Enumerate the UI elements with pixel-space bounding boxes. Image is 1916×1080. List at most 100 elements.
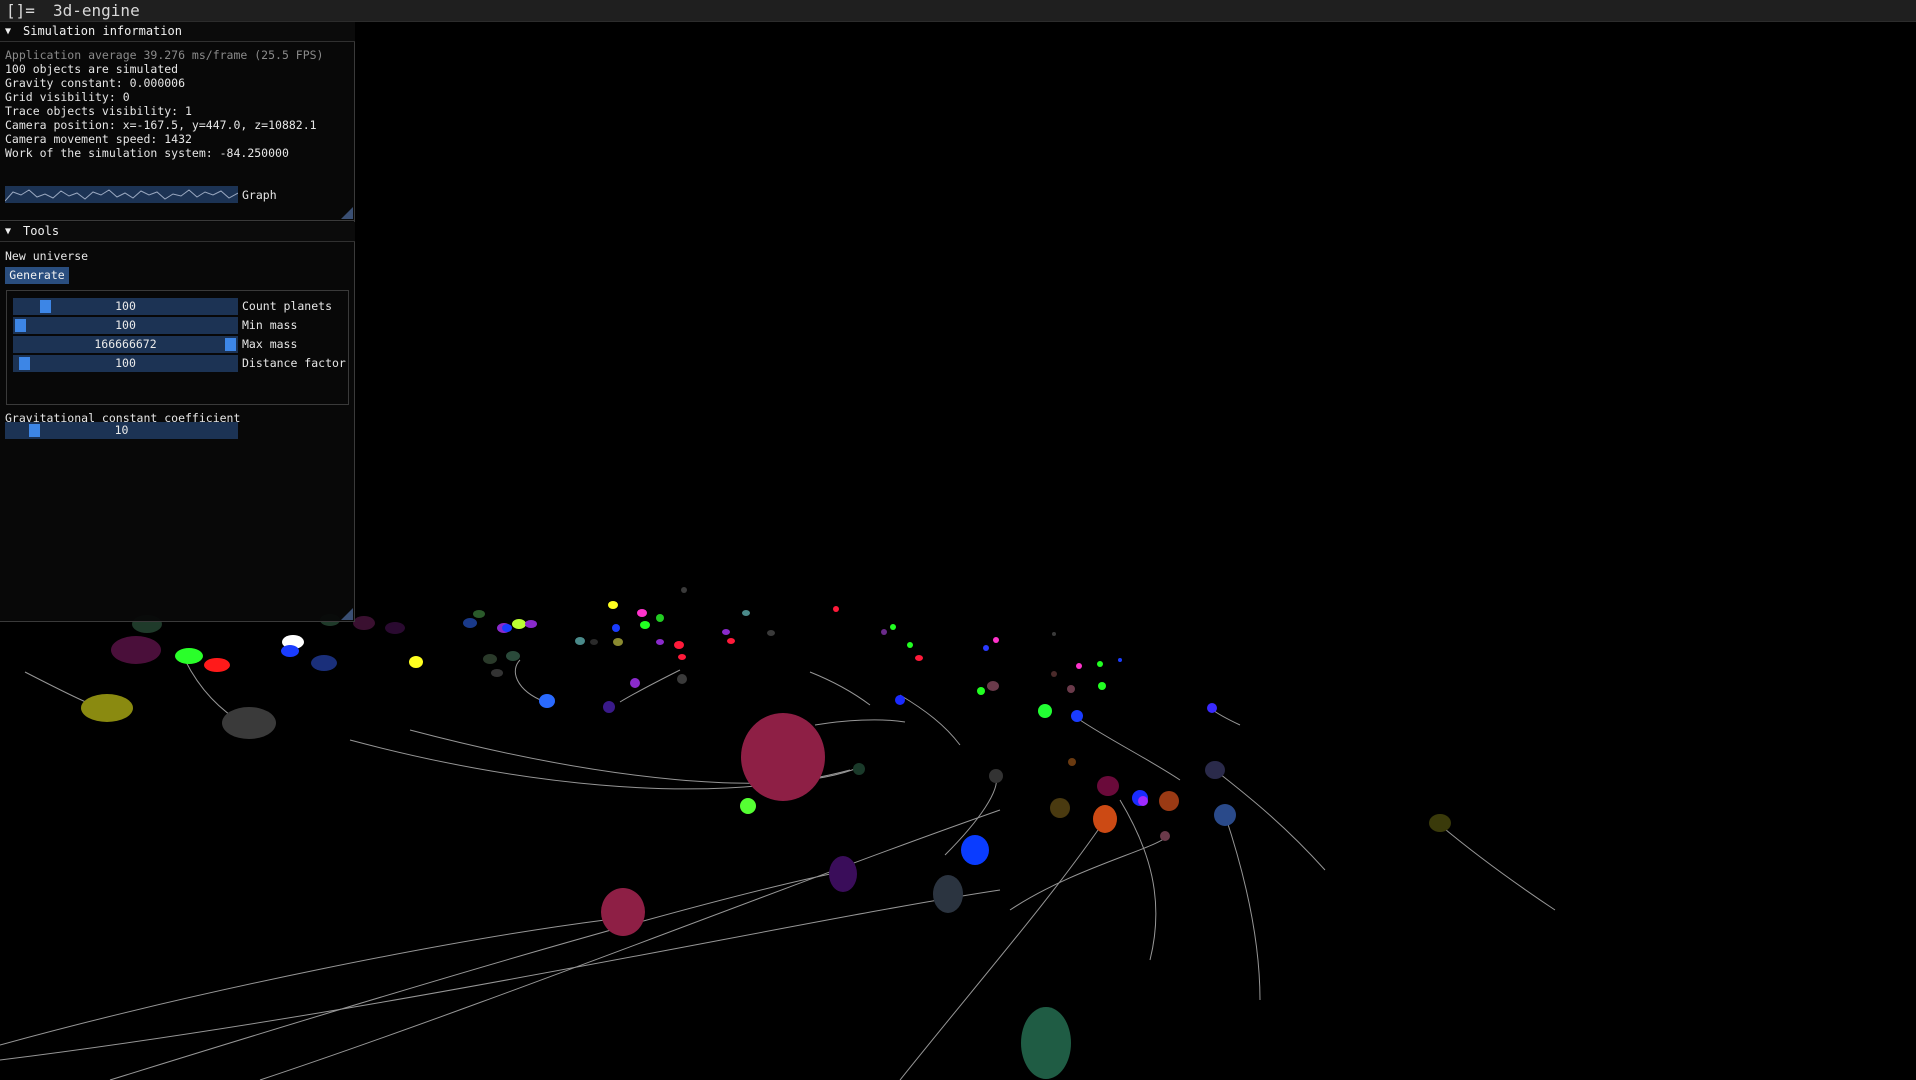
simulation-info-header[interactable]: ▼ Simulation information [0, 22, 355, 42]
min-mass-label: Min mass [242, 318, 298, 332]
planet [907, 642, 913, 648]
planet [678, 654, 686, 660]
planet [741, 713, 825, 801]
simulation-info-title: Simulation information [23, 24, 182, 38]
planet [656, 639, 664, 645]
planet [1160, 831, 1170, 841]
section-divider [0, 220, 355, 221]
planet [204, 658, 230, 672]
slider-value: 10 [114, 423, 129, 437]
planet [575, 637, 585, 645]
min-mass-slider[interactable]: 100 [13, 317, 238, 334]
planet [81, 694, 133, 722]
distance-factor-slider[interactable]: 100 [13, 355, 238, 372]
trace-visibility-text: Trace objects visibility: 1 [5, 104, 192, 118]
planet [677, 674, 687, 684]
fps-text: Application average 39.276 ms/frame (25.… [5, 48, 324, 62]
planet [512, 619, 526, 629]
planet [1429, 814, 1451, 832]
slider-grab[interactable] [15, 319, 26, 332]
planet [613, 638, 623, 646]
planet [1118, 658, 1122, 662]
planet [933, 875, 963, 913]
gravity-constant-text: Gravity constant: 0.000006 [5, 76, 186, 90]
planet [1207, 703, 1217, 713]
planet [1214, 804, 1236, 826]
grid-visibility-text: Grid visibility: 0 [5, 90, 130, 104]
planet [915, 655, 923, 661]
system-work-text: Work of the simulation system: -84.25000… [5, 146, 289, 160]
planet [1097, 661, 1103, 667]
planet [409, 656, 423, 668]
imgui-side-panel: ▼ Simulation information Application ave… [0, 22, 355, 622]
planet [829, 856, 857, 892]
planet [1138, 796, 1148, 806]
planet [987, 681, 999, 691]
camera-speed-text: Camera movement speed: 1432 [5, 132, 192, 146]
slider-value: 100 [115, 356, 136, 370]
planet [111, 636, 161, 664]
gravitational-coefficient-slider[interactable]: 10 [5, 422, 238, 439]
planet [674, 641, 684, 649]
planet [1021, 1007, 1071, 1079]
planet [681, 587, 687, 593]
planet [1068, 758, 1076, 766]
planet [1205, 761, 1225, 779]
count-planets-label: Count planets [242, 299, 333, 313]
planet [1159, 791, 1179, 811]
planet [1076, 663, 1082, 669]
planet [961, 835, 989, 865]
app-title: 3d-engine [53, 1, 140, 20]
distance-factor-label: Distance factor [242, 356, 346, 370]
planet [612, 624, 620, 632]
slider-grab[interactable] [28, 424, 40, 437]
menu-icon[interactable]: []= [6, 0, 35, 21]
max-mass-slider[interactable]: 166666672 [13, 336, 238, 353]
objects-count-text: 100 objects are simulated [5, 62, 179, 76]
slider-grab[interactable] [225, 338, 236, 351]
graph-line-icon [4, 189, 239, 202]
planet [1071, 710, 1083, 722]
planet [385, 622, 405, 634]
planet [525, 620, 537, 628]
planet [222, 707, 276, 739]
planet [491, 669, 503, 677]
resize-grip-icon[interactable] [341, 207, 353, 219]
planets [81, 587, 1451, 1079]
work-graph[interactable] [4, 186, 239, 203]
planet [977, 687, 985, 695]
generate-button[interactable]: Generate [5, 267, 69, 284]
max-mass-label: Max mass [242, 337, 298, 351]
count-planets-slider[interactable]: 100 [13, 298, 238, 315]
resize-grip-icon[interactable] [341, 608, 353, 620]
planet [637, 609, 647, 617]
planet [608, 601, 618, 609]
planet [281, 645, 299, 657]
planet [1050, 798, 1070, 818]
planet [853, 763, 865, 775]
planet [722, 629, 730, 635]
slider-value: 166666672 [94, 337, 157, 351]
planet [767, 630, 775, 636]
slider-grab[interactable] [19, 357, 31, 370]
planet [740, 798, 756, 814]
collapse-arrow-icon[interactable]: ▼ [5, 22, 11, 41]
camera-position-text: Camera position: x=-167.5, y=447.0, z=10… [5, 118, 317, 132]
collapse-arrow-icon[interactable]: ▼ [5, 222, 11, 241]
planet [1038, 704, 1052, 718]
graph-label: Graph [242, 188, 277, 202]
planet [502, 624, 512, 632]
window-titlebar: []= 3d-engine [0, 0, 1916, 22]
slider-grab[interactable] [40, 300, 52, 313]
tools-header[interactable]: ▼ Tools [0, 222, 355, 242]
planet [539, 694, 555, 708]
planet [1097, 776, 1119, 796]
universe-params-group: 100 Count planets 100 Min mass 166666672… [6, 290, 349, 405]
planet [473, 610, 485, 618]
new-universe-label: New universe [5, 249, 89, 263]
planet [833, 606, 839, 612]
planet [895, 695, 905, 705]
planet [742, 610, 750, 616]
tools-title: Tools [23, 224, 60, 238]
planet [640, 621, 650, 629]
